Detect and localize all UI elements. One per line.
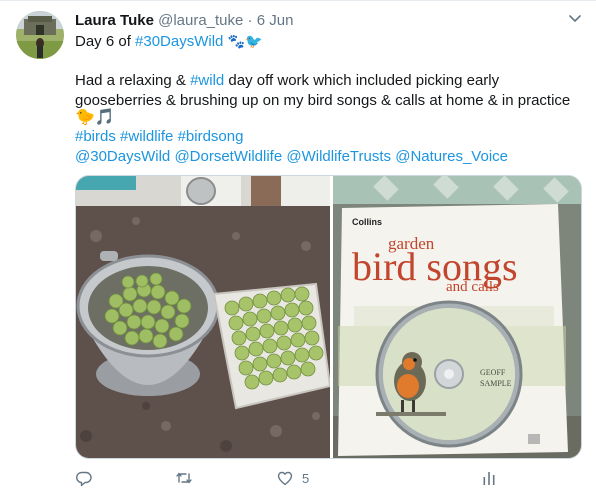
user-handle[interactable]: @laura_tuke xyxy=(158,12,243,29)
retweet-button[interactable] xyxy=(175,469,201,487)
hashtag-birds[interactable]: #birds xyxy=(75,128,116,145)
paw-bird-emoji: 🐾🐦 xyxy=(227,33,263,49)
tweet-header: Laura Tuke @laura_tuke · 6 Jun xyxy=(75,11,293,31)
chick-music-emoji: 🐤🎵 xyxy=(75,109,115,126)
mention-dorsetwildlife[interactable]: @DorsetWildlife xyxy=(174,148,282,165)
reply-icon xyxy=(76,471,92,487)
hashtag-line: #birds #wildlife #birdsong xyxy=(75,127,243,147)
heart-icon xyxy=(277,471,293,486)
like-button[interactable]: 5 xyxy=(276,469,309,487)
media-gallery: Collins garden bird songs and calls GEOF… xyxy=(75,175,582,459)
mention-natures-voice[interactable]: @Natures_Voice xyxy=(395,148,508,165)
display-name[interactable]: Laura Tuke xyxy=(75,12,154,29)
mention-line: @30DaysWild @DorsetWildlife @WildlifeTru… xyxy=(75,147,508,167)
tweet-card[interactable]: Laura Tuke @laura_tuke · 6 Jun Day 6 of … xyxy=(0,0,596,497)
hashtag-wild[interactable]: #wild xyxy=(190,72,224,89)
retweet-icon xyxy=(176,472,192,484)
book-publisher: Collins xyxy=(352,217,382,227)
text-fragment: day off work which included picking earl… xyxy=(224,72,500,89)
day-line: Day 6 of #30DaysWild 🐾🐦 xyxy=(75,31,262,52)
chevron-down-icon[interactable] xyxy=(566,10,584,28)
hashtag-wildlife[interactable]: #wildlife xyxy=(120,128,173,145)
mention-30dayswild[interactable]: @30DaysWild xyxy=(75,148,170,165)
text-line-1: Had a relaxing & #wild day off work whic… xyxy=(75,71,499,91)
text-line-2: gooseberries & brushing up on my bird so… xyxy=(75,92,571,109)
text-fragment: Had a relaxing & xyxy=(75,72,191,89)
book-author-first: GEOFF xyxy=(480,368,506,377)
tweet-date[interactable]: 6 Jun xyxy=(257,12,294,29)
bar-chart-icon xyxy=(483,472,495,485)
book-author-last: SAMPLE xyxy=(480,379,512,388)
day-prefix: Day 6 of xyxy=(75,33,136,50)
hashtag-30dayswild[interactable]: #30DaysWild xyxy=(135,33,223,50)
hashtag-birdsong[interactable]: #birdsong xyxy=(178,128,244,145)
book-subtitle-bottom: and calls xyxy=(446,279,499,295)
analytics-button[interactable] xyxy=(480,469,498,487)
mention-wildlifetrusts[interactable]: @WildlifeTrusts xyxy=(286,148,391,165)
tweet-actions: 5 xyxy=(75,469,555,491)
gooseberry-photo[interactable] xyxy=(76,176,332,459)
reply-button[interactable] xyxy=(75,469,101,487)
like-count: 5 xyxy=(302,470,310,486)
avatar[interactable] xyxy=(16,11,64,59)
separator-dot: · xyxy=(247,12,253,29)
